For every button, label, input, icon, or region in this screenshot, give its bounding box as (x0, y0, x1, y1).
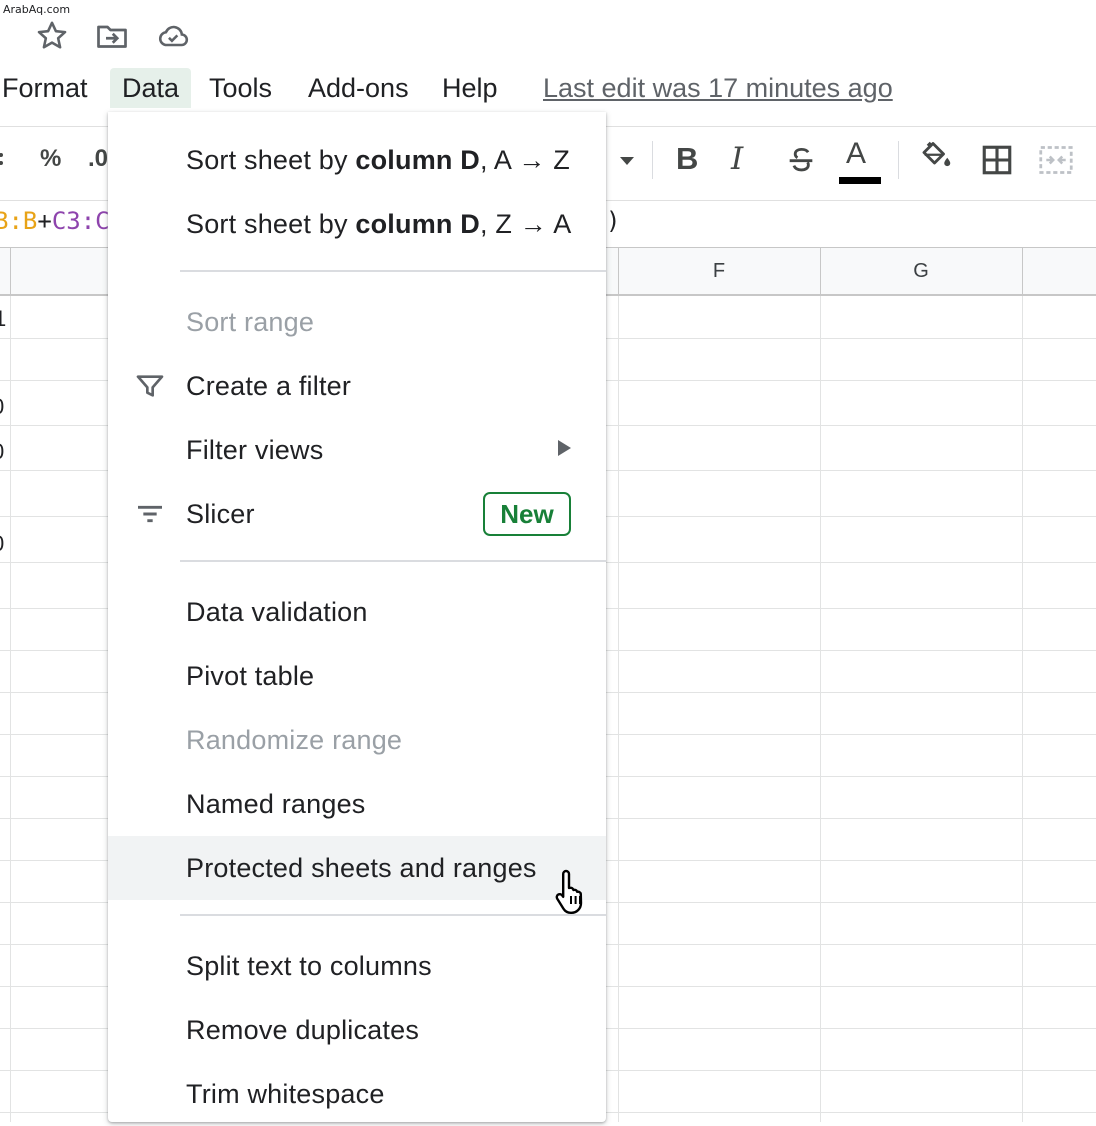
slicer-icon (134, 498, 166, 530)
dropdown-arrow-icon[interactable] (619, 147, 635, 175)
menu-item-sort-sheet-z-a[interactable]: Sort sheet by column D, Z → A (108, 192, 606, 256)
new-badge: New (483, 492, 571, 536)
toolbar-partial-icon (0, 145, 4, 165)
menu-tools[interactable]: Tools (197, 68, 284, 108)
menu-item-trim-whitespace[interactable]: Trim whitespace (108, 1062, 606, 1122)
formula-text: B:B+C3:C (0, 207, 110, 235)
cell-partial-value: 0 (0, 531, 4, 557)
data-menu-dropdown: Sort sheet by column D, A → Z Sort sheet… (108, 112, 606, 1122)
menu-item-remove-duplicates[interactable]: Remove duplicates (108, 998, 606, 1062)
cell-partial-value: 0 (0, 394, 4, 420)
menu-item-split-text[interactable]: Split text to columns (108, 934, 606, 998)
merge-cells-icon[interactable] (1038, 143, 1074, 184)
menu-item-slicer[interactable]: Slicer New (108, 482, 606, 546)
menu-item-named-ranges[interactable]: Named ranges (108, 772, 606, 836)
decrease-decimal-button[interactable]: .0 (88, 145, 108, 173)
menu-item-sort-range: Sort range (186, 307, 315, 337)
menu-separator (180, 914, 606, 916)
menu-format[interactable]: Format (0, 68, 100, 108)
hand-pointer-cursor-icon (552, 868, 592, 914)
percent-format-button[interactable]: % (40, 145, 61, 173)
italic-button[interactable]: I (731, 141, 743, 177)
menu-item-protected-sheets[interactable]: Protected sheets and ranges (108, 836, 606, 900)
cloud-saved-icon[interactable] (155, 18, 191, 54)
filter-icon (134, 370, 166, 402)
fill-color-icon[interactable] (918, 139, 954, 182)
menu-item-randomize-range: Randomize range (186, 725, 403, 755)
formula-closing-paren: ) (606, 207, 621, 235)
menu-item-data-validation[interactable]: Data validation (108, 580, 606, 644)
last-edit-link[interactable]: Last edit was 17 minutes ago (543, 68, 893, 108)
strikethrough-icon[interactable] (784, 143, 818, 184)
menu-separator (180, 560, 606, 562)
watermark: ArabAq.com (3, 3, 71, 16)
menu-item-pivot-table[interactable]: Pivot table (108, 644, 606, 708)
toolbar-divider (898, 141, 899, 179)
cell-partial-value: 0 (0, 439, 4, 465)
borders-icon[interactable] (980, 143, 1014, 184)
text-color-icon[interactable]: A (839, 137, 881, 185)
menu-item-filter-views[interactable]: Filter views (108, 418, 606, 482)
menu-help[interactable]: Help (430, 68, 510, 108)
menu-separator (180, 270, 606, 272)
cell-partial-value: 1 (0, 306, 7, 331)
menu-data[interactable]: Data (110, 68, 192, 108)
column-header-f[interactable]: F (619, 248, 819, 294)
move-to-folder-icon[interactable] (94, 18, 130, 54)
toolbar-divider (652, 141, 653, 179)
star-icon[interactable] (34, 18, 70, 54)
menu-bar: Format Data Tools Add-ons Help Last edit… (0, 62, 1096, 114)
menu-item-sort-sheet-a-z[interactable]: Sort sheet by column D, A → Z (108, 128, 606, 192)
column-header-g[interactable]: G (821, 248, 1021, 294)
menu-add-ons[interactable]: Add-ons (296, 68, 421, 108)
bold-button[interactable]: B (676, 141, 698, 177)
menu-item-create-filter[interactable]: Create a filter (108, 354, 606, 418)
submenu-arrow-icon (558, 440, 571, 456)
